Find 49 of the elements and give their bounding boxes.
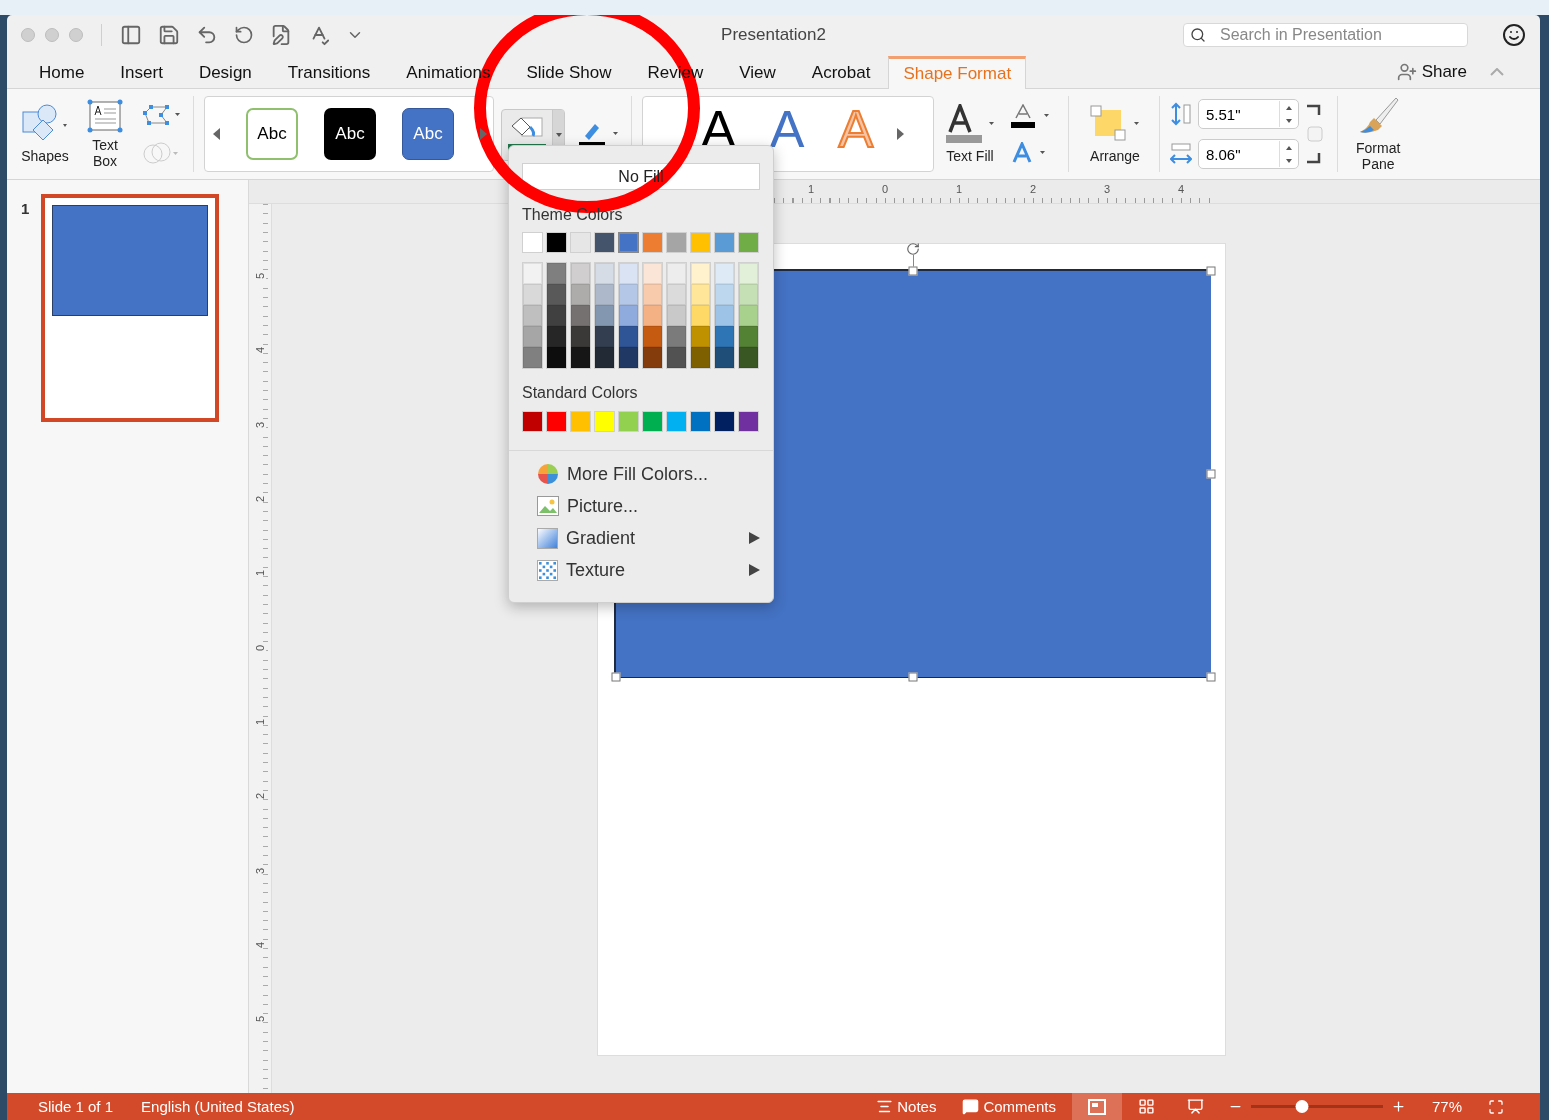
ruler-number: 3 (254, 867, 266, 874)
menu-item[interactable]: Gradient (522, 522, 760, 554)
slide-count: Slide 1 of 1 (38, 1098, 114, 1115)
ruler-number: 3 (1102, 183, 1112, 197)
notes-button[interactable]: Notes (870, 1093, 943, 1120)
shape-style-swatch[interactable]: Abc (324, 108, 376, 160)
window-title: Presentation2 (721, 25, 826, 45)
shape-style-swatch[interactable]: Abc (246, 108, 298, 160)
arrange-button[interactable]: Arrange (1081, 104, 1149, 164)
ruler-number: 1 (806, 183, 816, 197)
language: English (United States) (141, 1098, 295, 1115)
share-button[interactable]: Share (1396, 55, 1504, 88)
size-field[interactable]: 5.51" (1198, 99, 1299, 129)
menu-item[interactable]: Texture (522, 554, 760, 586)
ruler-number: 1 (954, 183, 964, 197)
ruler-number: 2 (254, 793, 266, 800)
ruler-number: 0 (254, 644, 266, 651)
ribbon-tab[interactable]: Design (180, 56, 270, 89)
ribbon-tab[interactable]: View (721, 56, 794, 89)
ribbon-tab[interactable]: Insert (102, 56, 181, 89)
ruler-number: 1 (254, 570, 266, 577)
slide-number: 1 (21, 200, 30, 217)
ruler-number: 2 (254, 495, 266, 503)
menu-heading: Standard Colors (522, 384, 639, 402)
comments-button[interactable]: Comments (956, 1093, 1062, 1120)
wordart-style[interactable]: A (769, 103, 805, 155)
ruler-number: 4 (1176, 183, 1186, 197)
shape-style-swatch[interactable]: Abc (402, 108, 454, 160)
size-field[interactable]: 8.06" (1198, 139, 1299, 169)
ribbon-tab[interactable]: Acrobat (793, 56, 889, 89)
ruler-number: 4 (254, 941, 266, 948)
search-field[interactable]: Search in Presentation (1183, 23, 1468, 47)
text-fill-button[interactable]: Text Fill (938, 104, 1002, 164)
ruler-number: 4 (254, 347, 266, 354)
ribbon-tab[interactable]: Transitions (269, 56, 389, 89)
ribbon-tab[interactable]: Slide Show (508, 56, 630, 89)
menu-item[interactable]: Picture... (522, 490, 760, 522)
text-box-button[interactable]: Text Box (81, 99, 129, 169)
ruler-number: 2 (1028, 183, 1038, 197)
ruler-number: 1 (254, 718, 266, 725)
ruler-number: 5 (254, 1016, 266, 1023)
zoom-level: 77% (1431, 1098, 1462, 1115)
ruler-number: 5 (254, 273, 266, 280)
ribbon-tab[interactable]: Home (21, 56, 103, 89)
ruler-number: 3 (254, 421, 266, 428)
shapes-button[interactable]: Shapes (15, 104, 75, 164)
format-pane-button[interactable]: Format Pane (1350, 96, 1407, 172)
ruler-number: 0 (880, 183, 890, 197)
menu-item[interactable]: More Fill Colors... (522, 458, 760, 490)
